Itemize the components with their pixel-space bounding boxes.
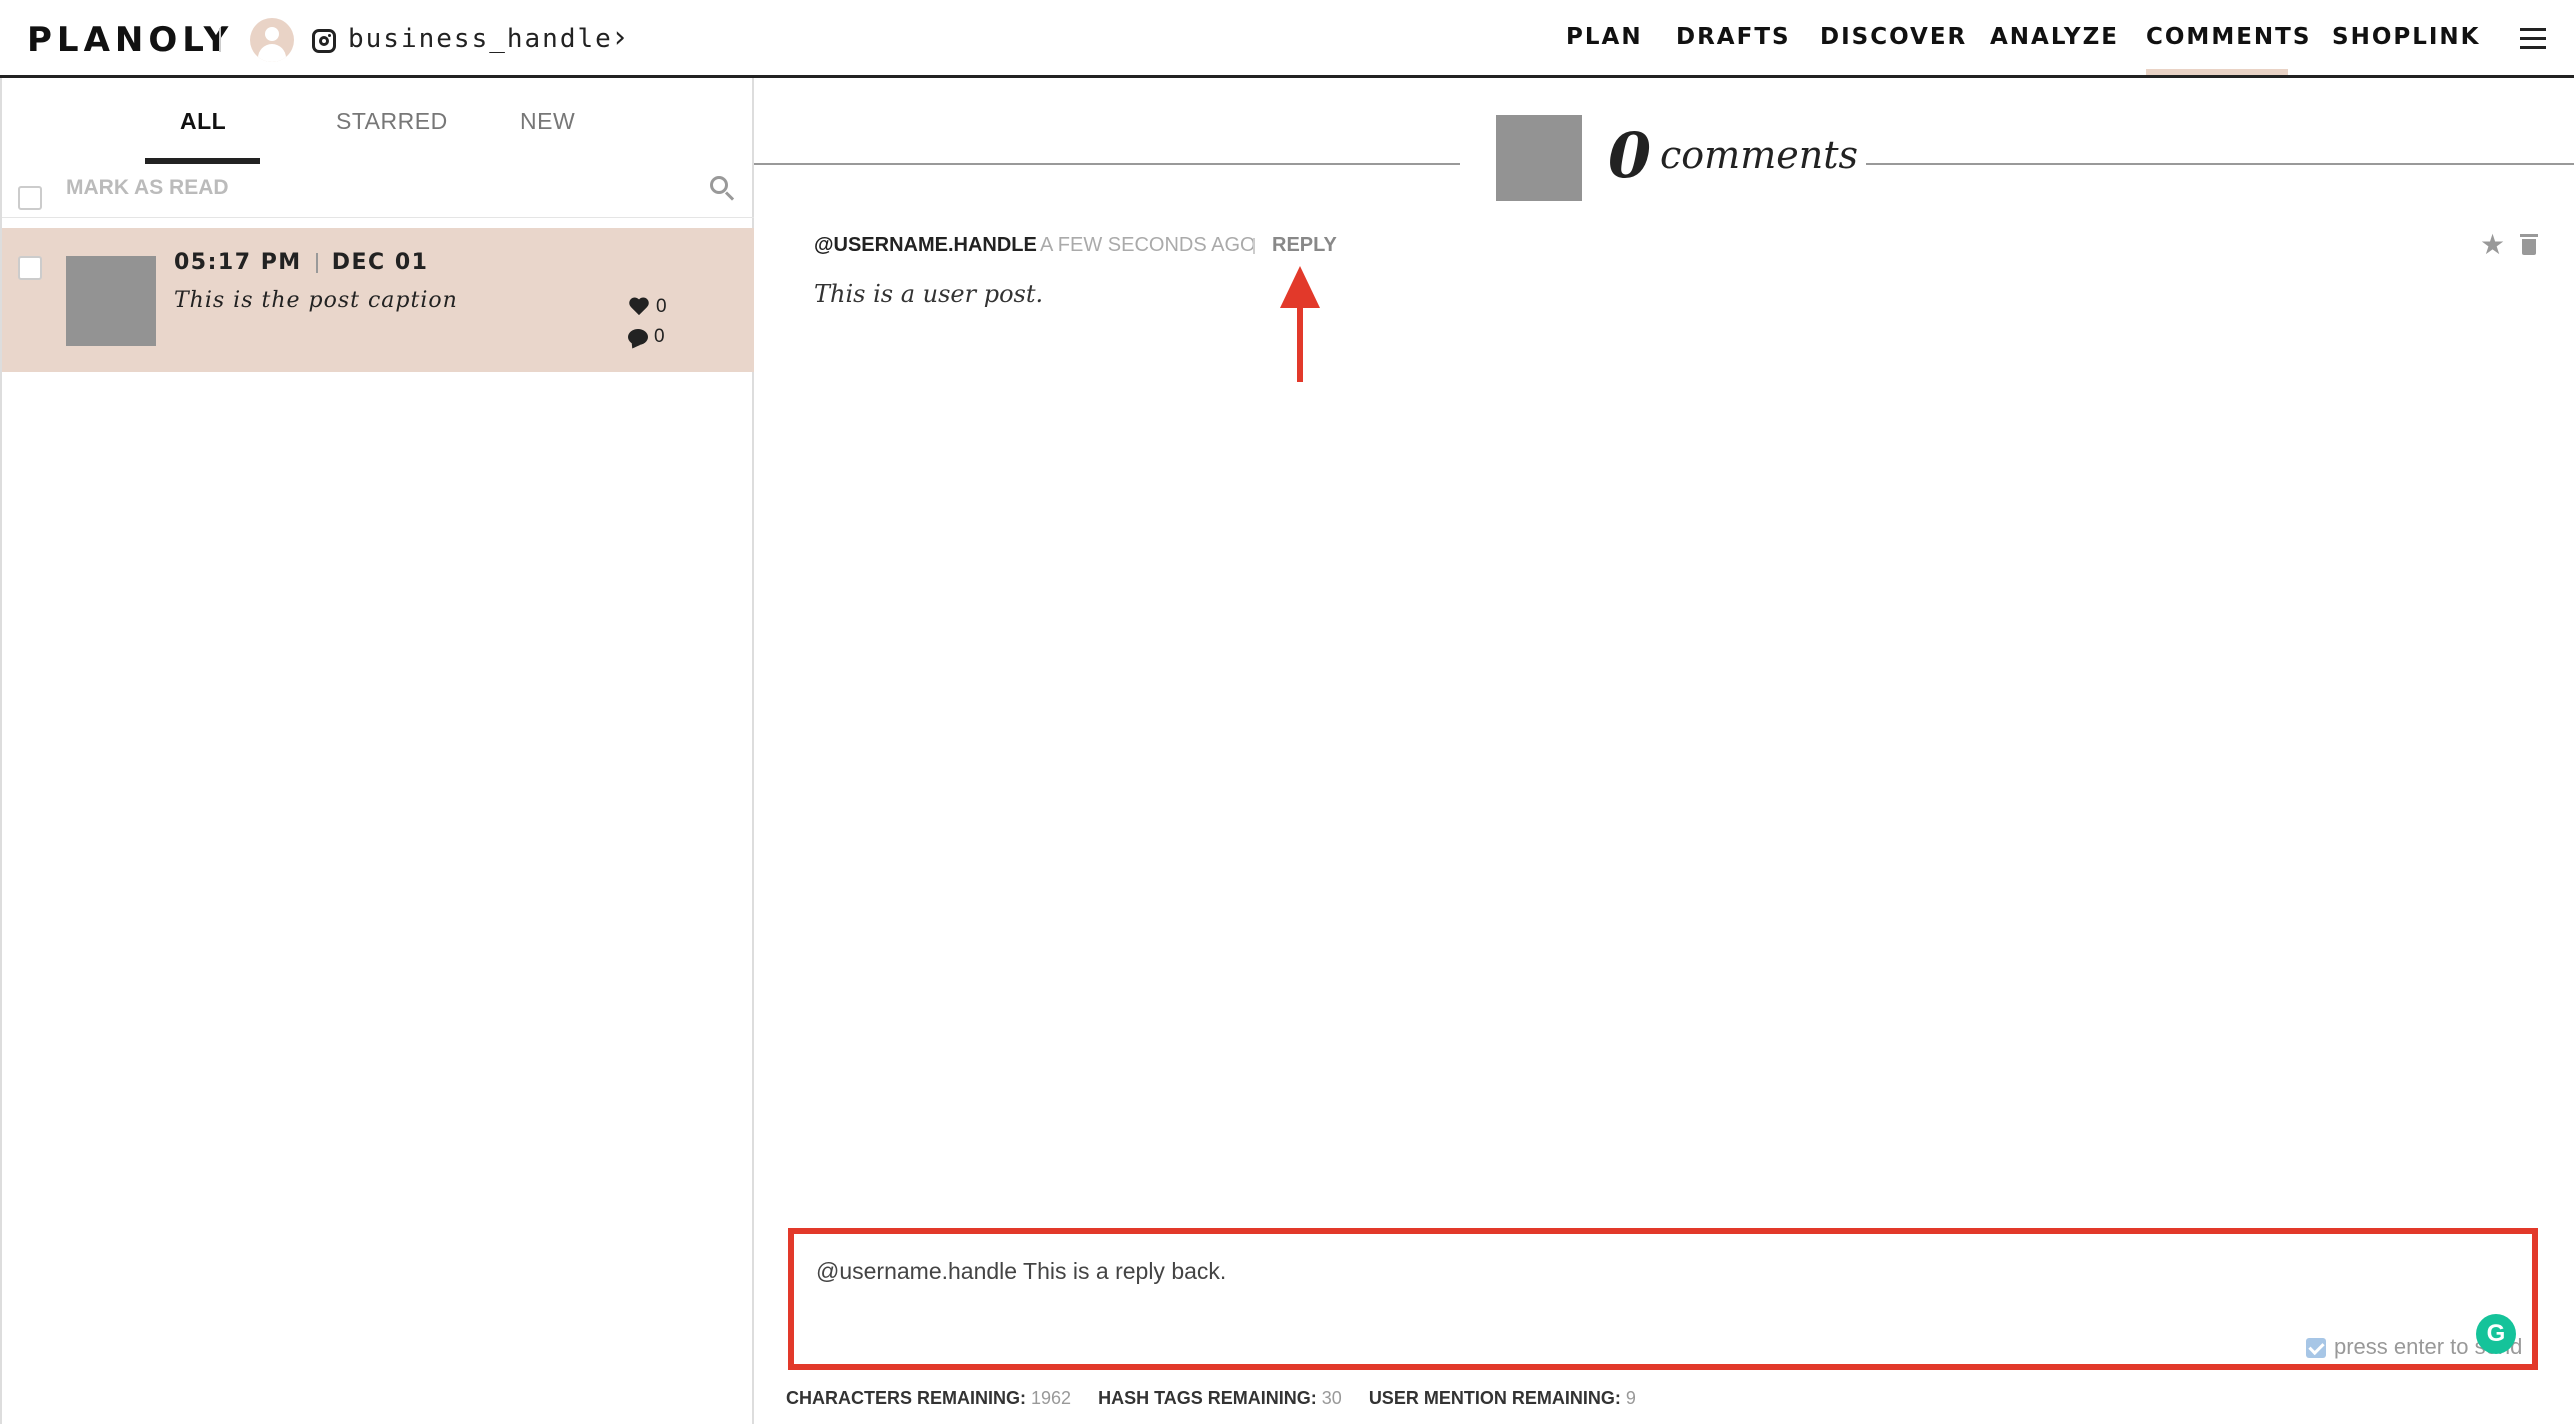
post-thumbnail bbox=[66, 256, 156, 346]
account-handle[interactable]: business_handle bbox=[348, 24, 613, 54]
press-enter-checkbox[interactable] bbox=[2306, 1338, 2326, 1358]
heart-icon bbox=[628, 298, 650, 316]
post-list-item[interactable]: 05:17 PM DEC 01 This is the post caption … bbox=[2, 228, 754, 372]
select-all-checkbox[interactable] bbox=[18, 186, 42, 210]
mentions-value: 9 bbox=[1625, 1388, 1636, 1408]
nav-discover[interactable]: DISCOVER bbox=[1820, 24, 1967, 50]
grammarly-icon[interactable]: G bbox=[2476, 1314, 2516, 1354]
trash-icon[interactable] bbox=[2520, 234, 2538, 255]
star-icon[interactable]: ★ bbox=[2480, 228, 2505, 261]
header-divider bbox=[219, 28, 221, 52]
chevron-right-icon[interactable]: › bbox=[614, 20, 626, 55]
nav-comments[interactable]: COMMENTS bbox=[2146, 24, 2311, 50]
likes-value: 0 bbox=[656, 296, 667, 317]
mentions-label: USER MENTION REMAINING: bbox=[1368, 1388, 1621, 1408]
active-tab-indicator bbox=[145, 158, 260, 164]
hashtags-label: HASH TAGS REMAINING: bbox=[1098, 1388, 1317, 1408]
post-time: 05:17 PM bbox=[174, 250, 302, 275]
comments-count-label: comments bbox=[1660, 133, 1858, 177]
annotation-arrow-icon bbox=[1280, 266, 1320, 382]
reply-input-box[interactable]: @username.handle This is a reply back. p… bbox=[788, 1228, 2538, 1370]
comment-bubble-icon bbox=[628, 329, 648, 345]
top-header: PLANOLY business_handle › PLAN DRAFTS DI… bbox=[0, 0, 2574, 78]
likes-count: 0 bbox=[628, 296, 667, 318]
post-checkbox[interactable] bbox=[18, 256, 42, 280]
nav-plan[interactable]: PLAN bbox=[1566, 24, 1643, 50]
instagram-icon bbox=[312, 29, 336, 53]
header-rule-right bbox=[1866, 163, 2574, 165]
post-timestamp: 05:17 PM DEC 01 bbox=[174, 250, 428, 275]
comment-author[interactable]: @USERNAME.HANDLE bbox=[814, 234, 1037, 257]
menu-icon[interactable] bbox=[2520, 28, 2546, 50]
tab-starred[interactable]: STARRED bbox=[336, 108, 448, 135]
header-rule-left bbox=[754, 163, 1460, 165]
mark-as-read-button[interactable]: MARK AS READ bbox=[66, 176, 229, 200]
post-caption: This is the post caption bbox=[174, 288, 458, 313]
comments-count-number: 0 bbox=[1608, 119, 1652, 192]
comment-divider bbox=[1253, 238, 1255, 254]
tab-all[interactable]: ALL bbox=[180, 108, 226, 135]
nav-shoplink[interactable]: SHOPLINK bbox=[2332, 24, 2481, 50]
nav-analyze[interactable]: ANALYZE bbox=[1990, 24, 2119, 50]
reply-input[interactable]: @username.handle This is a reply back. bbox=[816, 1258, 1226, 1285]
search-icon[interactable] bbox=[710, 176, 736, 202]
comments-value: 0 bbox=[654, 326, 665, 347]
characters-value: 1962 bbox=[1031, 1388, 1072, 1408]
characters-label: CHARACTERS REMAINING: bbox=[786, 1388, 1026, 1408]
filter-tabs: ALL STARRED NEW bbox=[2, 78, 1462, 166]
post-date: DEC 01 bbox=[331, 250, 429, 275]
remaining-limits: CHARACTERS REMAINING: 1962 HASH TAGS REM… bbox=[786, 1388, 1658, 1409]
reply-button[interactable]: REPLY bbox=[1272, 234, 1337, 257]
planoly-logo[interactable]: PLANOLY bbox=[27, 20, 233, 60]
nav-drafts[interactable]: DRAFTS bbox=[1676, 24, 1791, 50]
comments-count: 0 bbox=[628, 326, 665, 348]
hashtags-value: 30 bbox=[1321, 1388, 1342, 1408]
post-list-panel: ALL STARRED NEW MARK AS READ 05:17 PM DEC… bbox=[0, 78, 754, 1424]
selected-post-thumbnail bbox=[1496, 115, 1582, 201]
tab-new[interactable]: NEW bbox=[520, 108, 575, 135]
comment-timestamp: A FEW SECONDS AGO bbox=[1040, 234, 1256, 256]
account-avatar[interactable] bbox=[250, 18, 294, 62]
active-nav-indicator bbox=[2146, 69, 2288, 75]
comment-text: This is a user post. bbox=[814, 280, 1044, 308]
